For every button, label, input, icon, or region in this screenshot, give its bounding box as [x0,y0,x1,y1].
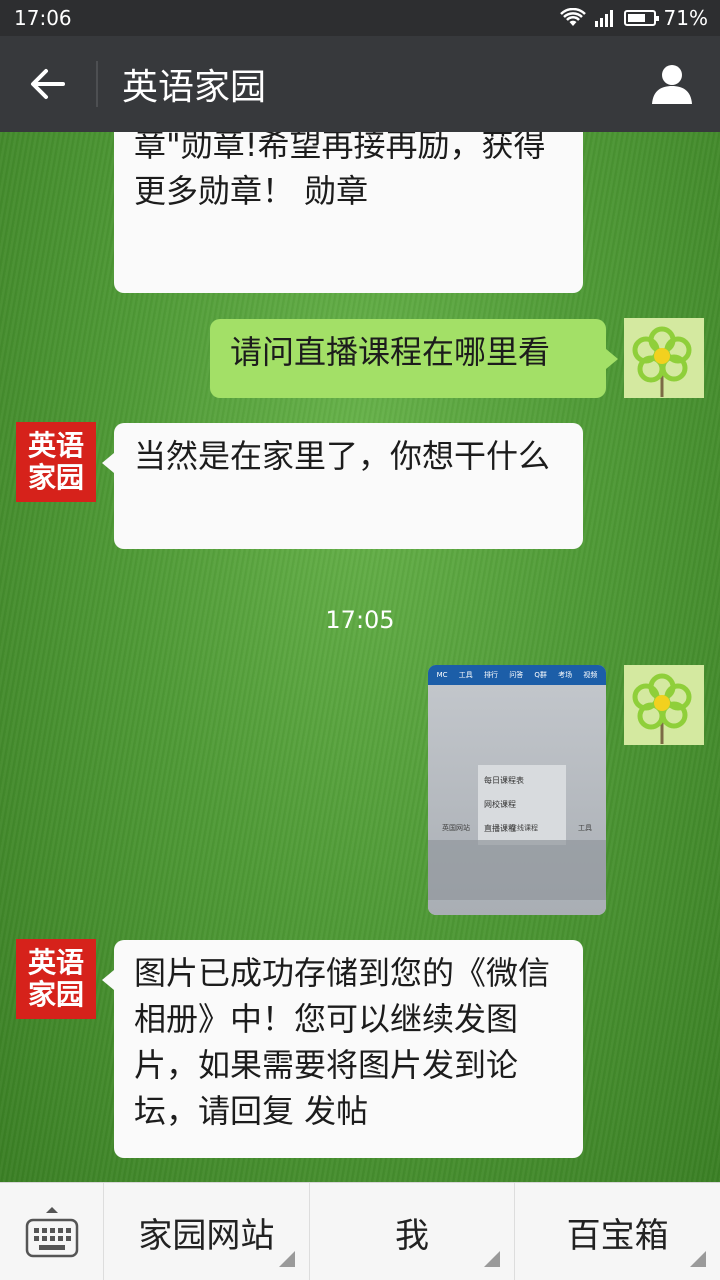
keyboard-toggle-button[interactable] [0,1183,104,1280]
image-message[interactable]: MC 工具 排行 问答 Q群 考场 视频 每日课程表 网校课程 直播课程 英国网… [428,665,606,915]
menu-label: 百宝箱 [566,1215,669,1256]
wifi-icon [559,8,586,26]
chevron-up-icon [45,1207,58,1213]
menu-button-me[interactable]: 我 [310,1183,516,1280]
image-nav-item: 排行 [483,671,498,679]
brand-avatar[interactable]: 英语 家园 [16,422,96,502]
image-nav-item: 视频 [583,671,598,679]
battery-percent: 71% [663,6,708,30]
battery-fill [627,14,645,22]
keyboard-icon [25,1218,78,1258]
message-timestamp: 17:05 [325,606,395,634]
image-row-item: 英国网站 [442,824,470,832]
profile-button[interactable] [624,36,720,132]
chat-title: 英语家园 [122,67,267,108]
status-bar: 17:06 71% [0,0,720,36]
image-text-block [428,840,606,900]
menu-label: 我 [395,1215,429,1256]
message-received[interactable]: 当然是在家里了，你想干什么 [102,423,583,549]
message-text: 章"勋章!希望再接再励，获得更多勋章！ 勋章 [134,132,546,210]
flower-icon [632,326,692,397]
submenu-indicator-icon [278,1251,295,1267]
brand-avatar-line2: 家园 [27,978,84,1011]
message-received[interactable]: 章"勋章!希望再接再励，获得更多勋章！ 勋章 [114,132,583,293]
back-button[interactable] [0,36,96,132]
image-body: 每日课程表 网校课程 直播课程 英国网站 在线课程 工具 [428,685,606,915]
brand-avatar-line1: 英语 [27,946,84,979]
status-icons: 71% [559,6,708,30]
brand-avatar-line1: 英语 [27,429,84,462]
image-nav-bar: MC 工具 排行 问答 Q群 考场 视频 [428,665,606,685]
message-text: 图片已成功存储到您的《微信相册》中！您可以继续发图片，如果需要将图片发到论坛，请… [134,954,551,1130]
back-arrow-icon [31,69,65,99]
bottom-menu-bar: 家园网站 我 百宝箱 [0,1182,720,1280]
message-sent[interactable]: 请问直播课程在哪里看 [210,319,618,398]
flower-icon [632,673,692,744]
image-menu-item: 网校课程 [484,800,516,809]
image-nav-item: MC [436,671,448,679]
image-row: 英国网站 在线课程 工具 [442,823,592,833]
brand-avatar-line2: 家园 [27,461,84,494]
user-avatar[interactable] [624,318,704,398]
image-nav-item: 工具 [458,671,473,679]
chat-area[interactable]: 章"勋章!希望再接再励，获得更多勋章！ 勋章 请问直播课程在哪里看 英语 家园 … [0,132,720,1182]
message-received[interactable]: 图片已成功存储到您的《微信相册》中！您可以继续发图片，如果需要将图片发到论坛，请… [102,940,583,1158]
image-row-item: 工具 [578,824,592,832]
image-nav-item: Q群 [534,671,547,679]
image-menu: 每日课程表 网校课程 直播课程 [478,765,566,845]
battery-icon [623,10,659,26]
image-nav-item: 问答 [509,671,524,679]
user-avatar[interactable] [624,665,704,745]
profile-icon [652,65,692,104]
image-nav-item: 考场 [558,671,573,679]
brand-avatar[interactable]: 英语 家园 [16,939,96,1019]
submenu-indicator-icon [690,1251,707,1267]
image-row-item: 在线课程 [510,824,538,832]
message-text: 当然是在家里了，你想干什么 [134,437,551,475]
message-text: 请问直播课程在哪里看 [230,333,551,371]
image-menu-item: 每日课程表 [484,776,524,785]
title-bar: 英语家园 [0,36,720,132]
menu-label: 家园网站 [138,1215,275,1256]
signal-icon [594,10,613,27]
submenu-indicator-icon [484,1251,501,1267]
menu-button-home-site[interactable]: 家园网站 [104,1183,310,1280]
title-divider [96,61,98,107]
status-time: 17:06 [14,6,72,30]
menu-button-treasure-box[interactable]: 百宝箱 [515,1183,720,1280]
